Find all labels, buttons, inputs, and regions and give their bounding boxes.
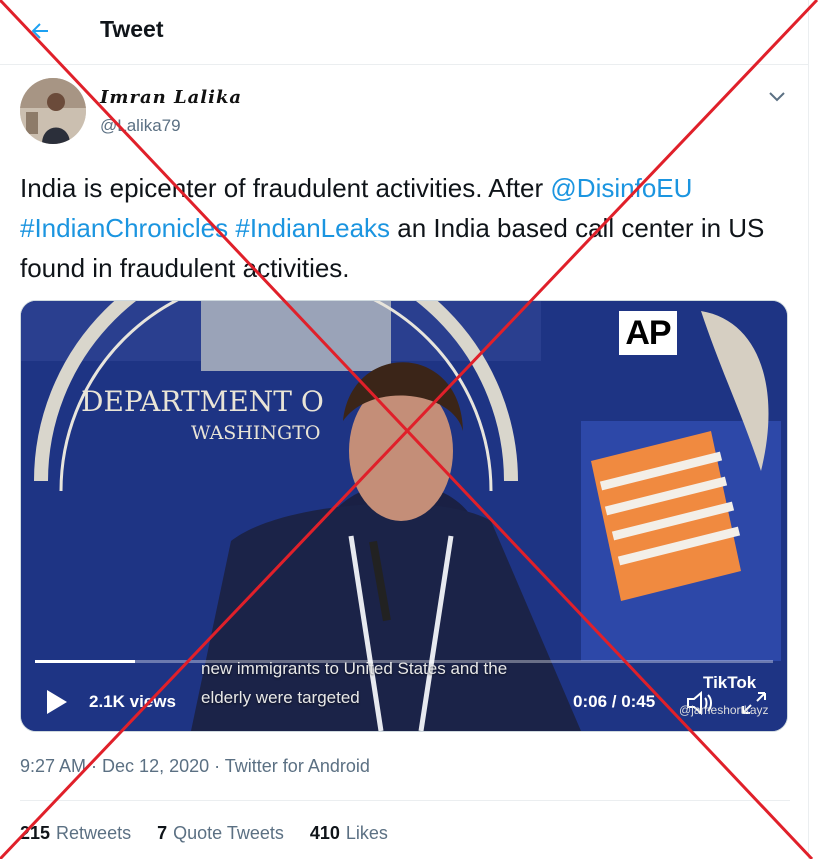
tweet-source[interactable]: Twitter for Android [225, 756, 370, 776]
author-handle[interactable]: @Lalika79 [100, 116, 181, 136]
tweet-date[interactable]: Dec 12, 2020 [102, 756, 209, 776]
retweets-count: 215 [20, 823, 51, 843]
avatar-photo [20, 78, 86, 144]
view-count: 2.1K views [89, 692, 176, 711]
tiktok-watermark: TikTok [703, 673, 757, 692]
meta-separator: · [209, 756, 225, 776]
column-divider [808, 0, 809, 859]
tiktok-handle: @jameshortkayz [679, 703, 769, 717]
timecode: 0:06 / 0:45 [573, 692, 656, 711]
video-player[interactable]: DEPARTMENT O WASHINGTO AP new immigrants… [20, 300, 788, 732]
ap-logo: AP [619, 311, 677, 355]
likes-stat[interactable]: 410 Likes [310, 823, 388, 844]
top-bar: Tweet [0, 0, 808, 65]
tweet-stats: 215 Retweets 7 Quote Tweets 410 Likes [20, 823, 388, 844]
likes-label: Likes [345, 823, 388, 843]
back-arrow-icon [31, 23, 48, 39]
meta-separator: · [86, 756, 103, 776]
chevron-down-icon [769, 92, 785, 102]
hashtag-link[interactable]: #IndianLeaks [235, 213, 390, 243]
tweet-text: India is epicenter of fraudulent activit… [20, 168, 790, 288]
tweet-text-part: India is epicenter of fraudulent activit… [20, 173, 551, 203]
quote-tweets-count: 7 [157, 823, 168, 843]
more-options-button[interactable] [762, 84, 792, 110]
divider [20, 800, 790, 801]
progress-fill [35, 660, 135, 663]
seal-text-1: DEPARTMENT O [81, 385, 324, 418]
page-title: Tweet [100, 16, 164, 42]
progress-bar[interactable] [35, 660, 773, 663]
subtitle-line: elderly were targeted [201, 688, 360, 707]
hashtag-link[interactable]: #IndianChronicles [20, 213, 228, 243]
retweets-label: Retweets [56, 823, 132, 843]
tweet-meta: 9:27 AM · Dec 12, 2020 · Twitter for And… [20, 756, 370, 777]
likes-count: 410 [309, 823, 340, 843]
play-icon [47, 690, 67, 714]
quote-tweets-label: Quote Tweets [173, 823, 284, 843]
back-button[interactable] [22, 14, 58, 48]
author-display-name[interactable]: Imran Lalika [100, 87, 242, 108]
avatar[interactable] [20, 78, 86, 144]
play-button[interactable] [41, 687, 71, 717]
retweets-stat[interactable]: 215 Retweets [20, 823, 131, 844]
quote-tweets-stat[interactable]: 7 Quote Tweets [157, 823, 284, 844]
tweet-time[interactable]: 9:27 AM [20, 756, 86, 776]
seal-text-2: WASHINGTO [191, 422, 320, 444]
mention-link[interactable]: @DisinfoEU [550, 173, 692, 203]
